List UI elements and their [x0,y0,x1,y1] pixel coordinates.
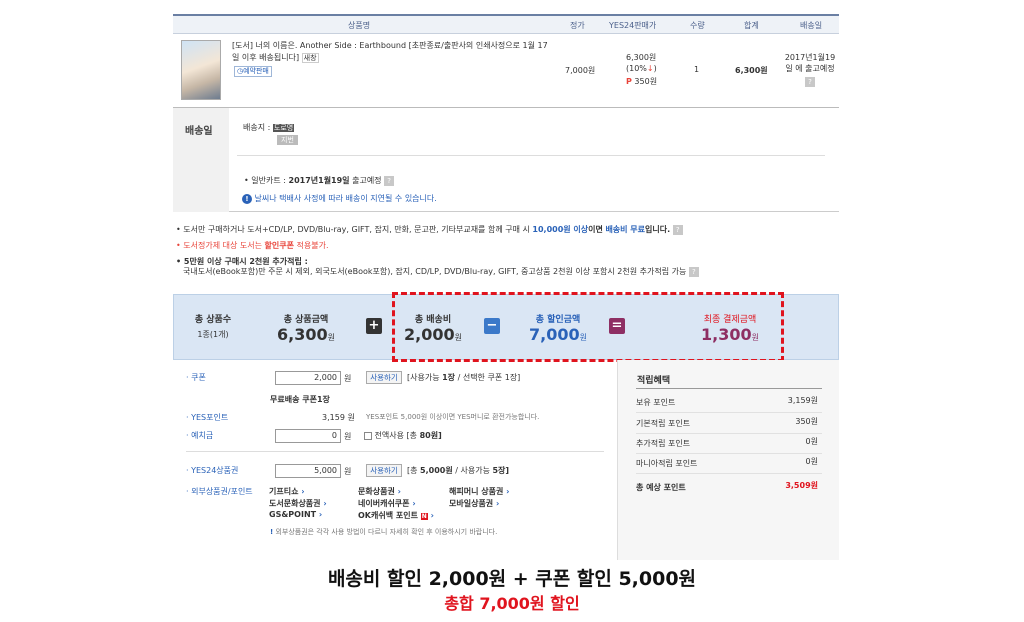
weather-notice: ! 날씨나 택배사 사정에 따라 배송이 지연될 수 있습니다. [242,193,437,204]
external-note: ! 외부상품권은 각각 사용 방법이 다르니 자세히 확인 후 이용하시기 바랍… [270,528,498,536]
deposit-all-option: 전액사용 [총 80원] [364,430,442,441]
general-cart-help-icon[interactable]: ? [384,175,395,186]
coupon-use-button[interactable]: 사용하기 [366,371,402,384]
general-cart-line: • 일반카트 : 2017년1월19일 출고예정 ? [244,175,395,186]
shipping-label: 배송일 [185,126,213,137]
shipping-label-cell: 배송일 [173,108,229,212]
points-row-basic: 기본적립 포인트 350원 [636,414,822,434]
coupon-amount-input[interactable]: 2,000 [275,371,341,385]
ext-book-culture-link[interactable]: 도서문화상품권 › [269,498,327,509]
road-name-tab[interactable]: 도로명 [272,124,295,132]
ext-gspoint-link[interactable]: GS&POINT › [269,510,322,519]
giftcard-won: 원 [344,467,352,476]
ext-gifticon-link[interactable]: 기프티쇼 › [269,486,305,497]
new-window-badge[interactable]: 새창 [301,53,319,63]
deposit-won: 원 [344,432,352,441]
header-sale-price: YES24판매가 [609,21,657,30]
summary-goods-amount: 총 상품금액 6,300원 [277,315,335,344]
item-title-block: [도서] 너의 이름은. Another Side : Earthbound [… [232,40,552,64]
yes-point-value: 3,159 원 [322,413,355,422]
item-qty: 1 [694,65,700,74]
coupon-info: [사용가능 1장 / 선택한 쿠폰 1장] [407,373,521,382]
ext-happymoney-link[interactable]: 해피머니 상품권 › [449,486,509,497]
item-sale-price: 6,300원 [626,53,657,62]
external-label: · 외부상품권/포인트 [186,487,253,496]
free-shipping-help-icon[interactable]: ? [672,224,683,235]
info-icon: ! [242,194,252,204]
caption-line-2: 총합 7,000원 할인 [444,594,580,613]
book-cover-image[interactable] [181,40,221,100]
points-row-mania: 마니아적립 포인트 0원 [636,454,822,474]
deposit-all-checkbox[interactable] [364,431,372,440]
points-row-owned: 보유 포인트 3,159원 [636,393,822,413]
yes-point-note: YES포인트 5,000원 이상이면 YES머니로 환전가능합니다. [366,413,540,421]
down-arrow-icon: ↓ [646,64,654,73]
item-title-link[interactable]: [도서] 너의 이름은. Another Side : Earthbound [… [232,41,548,62]
item-points: P 350원 [626,77,658,86]
points-title-divider [636,388,822,389]
header-product: 상품명 [348,21,371,30]
new-badge-icon: N [420,513,428,520]
points-row-extra: 추가적립 포인트 0원 [636,434,822,454]
payment-divider [186,451,604,452]
delivery-help-icon[interactable]: ? [805,77,815,87]
points-row-total: 총 예상 포인트 3,509원 [636,481,818,492]
giftcard-info: [총 5,000원 / 사용가능 5장] [407,466,510,475]
point-p-icon: P [626,77,632,86]
ship-divider [237,155,825,156]
deposit-label: · 예치금 [186,431,214,440]
notice-extra-points-body: 국내도서(eBook포함)만 주문 시 제외, 외국도서(eBook포함), 잡… [183,266,699,277]
item-list-price: 7,000원 [565,66,596,75]
yes-point-label: · YES포인트 [186,413,229,422]
item-total: 6,300원 [735,66,768,75]
summary-count: 총 상품수 1종(1개) [194,315,232,339]
notice-free-shipping: • 도서만 구매하거나 도서+CD/LP, DVD/Blu-ray, GIFT,… [176,224,683,235]
ext-naver-link[interactable]: 네이버캐쉬쿠폰 › [358,498,416,509]
points-title: 적립혜택 [637,376,671,386]
lot-number-tab[interactable]: 지번 [277,135,298,145]
plus-icon: + [366,318,382,334]
giftcard-use-button[interactable]: 사용하기 [366,464,402,477]
cart-table-header: 상품명 정가 YES24판매가 수량 합계 배송일 [173,14,839,34]
item-discount: (10%↓) [626,64,657,73]
ext-okcashbag-link[interactable]: OK캐쉬백 포인트 N › [358,510,434,521]
deposit-input[interactable]: 0 [275,429,341,443]
extra-points-help-icon[interactable]: ? [688,266,699,277]
item-delivery: 2017년1월19일 에 출고예정 [784,53,836,73]
header-qty: 수량 [690,21,705,30]
header-list-price: 정가 [570,21,585,30]
coupon-label: · 쿠폰 [186,373,206,382]
ext-mobile-link[interactable]: 모바일상품권 › [449,498,499,509]
caption-line-1: 배송비 할인 2,000원 + 쿠폰 할인 5,000원 [327,568,697,590]
free-shipping-coupon: 무료배송 쿠폰1장 [270,395,330,404]
giftcard-label: · YES24상품권 [186,466,239,475]
coupon-won: 원 [344,374,352,383]
header-delivery: 배송일 [800,21,823,30]
ext-culture-link[interactable]: 문화상품권 › [358,486,401,497]
notice-price-law: • 도서정가제 대상 도서는 할인쿠폰 적용불가. [176,241,329,250]
highlight-dashed-box [392,292,784,362]
ship-destination: 배송지 : 도로명 [243,123,295,132]
header-total: 합계 [744,21,759,30]
giftcard-input[interactable]: 5,000 [275,464,341,478]
preorder-tag: ◷예약판매 [234,66,272,77]
